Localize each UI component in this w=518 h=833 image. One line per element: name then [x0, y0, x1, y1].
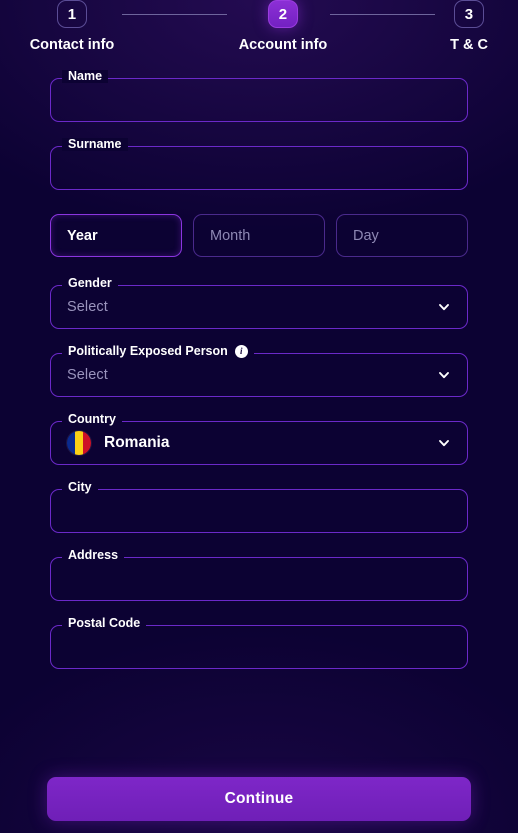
surname-input[interactable]: [50, 146, 468, 190]
city-input[interactable]: [50, 489, 468, 533]
step-badge-2: 2: [268, 0, 298, 28]
postal-code-input[interactable]: [50, 625, 468, 669]
continue-button[interactable]: Continue: [47, 777, 471, 821]
stepper-step-account-info[interactable]: 2 Account info: [223, 0, 343, 53]
field-postal-code: Postal Code: [50, 617, 468, 669]
signup-stepper: 1 Contact info 2 Account info 3 T & C: [0, 0, 518, 62]
stepper-step-terms-conditions[interactable]: 3 T & C: [424, 0, 514, 53]
field-name: Name: [50, 70, 468, 122]
birth-month-input[interactable]: Month: [193, 214, 325, 257]
chevron-down-icon: [437, 436, 451, 450]
birth-year-value: Year: [67, 227, 98, 244]
step-label-2: Account info: [238, 37, 328, 53]
label-postal-code: Postal Code: [62, 617, 147, 630]
country-select-value: Romania: [104, 434, 170, 451]
step-label-3: T & C: [450, 37, 488, 53]
field-politically-exposed-person: Politically Exposed Person i Select: [50, 345, 468, 397]
country-select[interactable]: Romania: [50, 421, 468, 465]
field-country: Country Romania: [50, 413, 468, 465]
romania-flag-icon: [67, 431, 91, 455]
label-politically-exposed-person: Politically Exposed Person i: [62, 345, 254, 358]
field-gender: Gender Select: [50, 277, 468, 329]
pep-select[interactable]: Select: [50, 353, 468, 397]
birth-month-placeholder: Month: [210, 227, 251, 244]
birth-day-input[interactable]: Day: [336, 214, 468, 257]
birthdate-row: Year Month Day: [50, 214, 468, 257]
chevron-down-icon: [437, 368, 451, 382]
account-info-form: Name Surname Year Month Day Gender Selec…: [0, 62, 518, 669]
label-address: Address: [62, 549, 125, 562]
chevron-down-icon: [437, 300, 451, 314]
continue-button-container: Continue: [0, 777, 518, 821]
label-country: Country: [62, 413, 122, 426]
label-gender: Gender: [62, 277, 118, 290]
info-icon[interactable]: i: [234, 345, 248, 358]
label-city: City: [62, 481, 98, 494]
stepper-step-contact-info[interactable]: 1 Contact info: [12, 0, 132, 53]
gender-select-value: Select: [67, 299, 108, 315]
label-surname: Surname: [62, 138, 128, 151]
stepper-connector-2: [330, 14, 435, 15]
label-pep-text: Politically Exposed Person: [68, 344, 228, 359]
label-name: Name: [62, 70, 109, 83]
address-input[interactable]: [50, 557, 468, 601]
stepper-connector-1: [122, 14, 227, 15]
step-label-1: Contact info: [29, 37, 115, 53]
step-badge-1: 1: [57, 0, 87, 28]
field-address: Address: [50, 549, 468, 601]
birth-day-placeholder: Day: [353, 227, 379, 244]
account-info-screen: 1 Contact info 2 Account info 3 T & C Na…: [0, 0, 518, 833]
step-badge-3: 3: [454, 0, 484, 28]
field-surname: Surname: [50, 138, 468, 190]
field-city: City: [50, 481, 468, 533]
gender-select[interactable]: Select: [50, 285, 468, 329]
name-input[interactable]: [50, 78, 468, 122]
birth-year-input[interactable]: Year: [50, 214, 182, 257]
pep-select-value: Select: [67, 367, 108, 383]
